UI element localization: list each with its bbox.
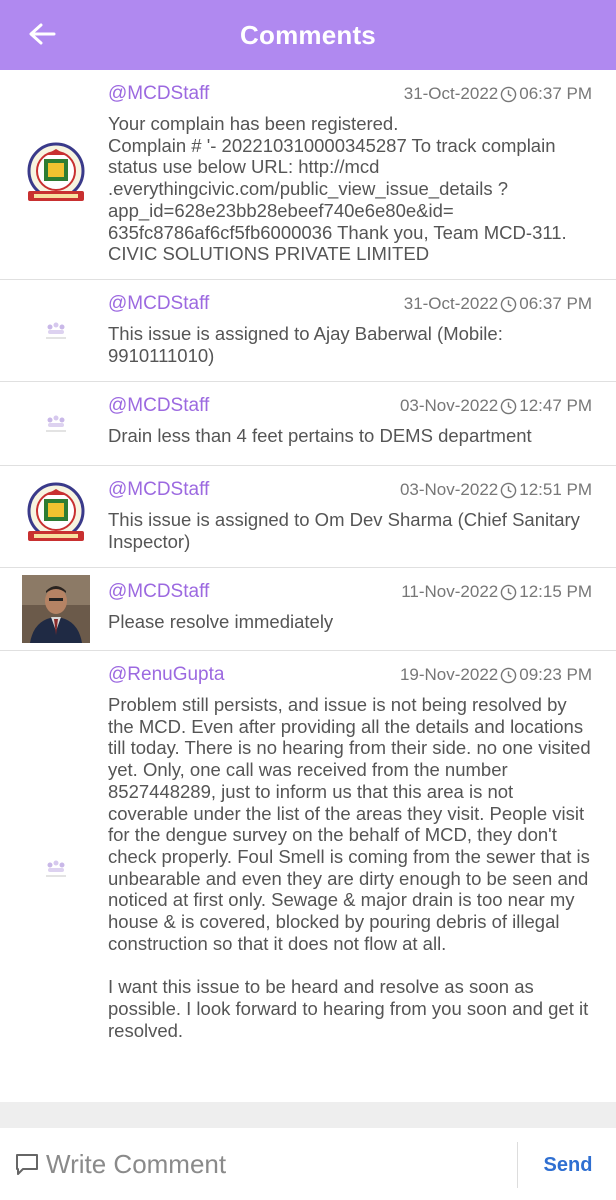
comment-meta: @MCDStaff 03-Nov-2022 12:47 PM [108,395,592,417]
comment-author[interactable]: @MCDStaff [108,395,209,417]
clock-icon [500,584,517,600]
comment-item: @MCDStaff 03-Nov-2022 12:51 PM This issu… [0,466,616,568]
comment-text: Please resolve immediately [108,611,334,632]
comment-text: Problem still persists, and issue is not… [108,694,591,1041]
comment-time: 12:15 PM [519,582,592,601]
composer-separator [0,1102,616,1128]
avatar-mcd-emblem [22,140,90,208]
comment-item: @MCDStaff 31-Oct-2022 06:37 PM Your comp… [0,70,616,280]
comment-date: 11-Nov-2022 [401,582,499,601]
comment-composer: Send [0,1128,616,1200]
comment-item: @MCDStaff 11-Nov-2022 12:15 PM Please re… [0,568,616,651]
comment-time: 06:37 PM [519,84,592,103]
comment-timestamp: 03-Nov-2022 12:51 PM [400,480,592,500]
write-comment-input[interactable] [46,1146,506,1182]
comment-time: 09:23 PM [519,665,592,684]
comment-item: @MCDStaff 31-Oct-2022 06:37 PM This issu… [0,280,616,382]
page-title: Comments [240,19,376,50]
comment-author[interactable]: @MCDStaff [108,581,209,603]
comment-bubble-icon [16,1154,38,1175]
comment-date: 03-Nov-2022 [399,396,499,415]
comment-meta: @MCDStaff 11-Nov-2022 12:15 PM [108,581,592,603]
mcd-emblem-icon [27,482,85,541]
comment-text: This issue is assigned to Ajay Baberwal … [108,323,503,366]
comment-text: Drain less than 4 feet pertains to DEMS … [108,425,532,446]
clock-icon [500,296,517,312]
composer-divider [517,1142,518,1188]
comment-timestamp: 03-Nov-2022 12:47 PM [400,396,592,416]
comment-meta: @MCDStaff 03-Nov-2022 12:51 PM [108,479,592,501]
clock-icon [500,667,517,683]
back-button[interactable] [22,14,62,54]
avatar-placeholder [22,390,90,458]
comment-list[interactable]: @MCDStaff 31-Oct-2022 06:37 PM Your comp… [0,70,616,1102]
placeholder-logo-icon [46,322,66,339]
placeholder-logo-icon [46,415,66,432]
clock-icon [500,482,517,498]
mcd-emblem-icon [27,142,85,201]
comment-author[interactable]: @MCDStaff [108,293,209,315]
avatar-user-photo [22,575,90,643]
comment-time: 06:37 PM [519,294,592,313]
app-header: Comments [0,0,616,70]
comment-date: 31-Oct-2022 [403,84,499,103]
comment-text: This issue is assigned to Om Dev Sharma … [108,509,580,552]
clock-icon [500,398,517,414]
avatar-mcd-emblem [22,480,90,548]
comment-meta: @RenuGupta 19-Nov-2022 09:23 PM [108,664,592,686]
avatar-placeholder [22,297,90,365]
user-photo-icon [22,575,90,643]
send-button[interactable]: Send [530,1150,606,1180]
comment-item: @RenuGupta 19-Nov-2022 09:23 PM Problem … [0,651,616,1102]
comment-date: 19-Nov-2022 [399,665,499,684]
comment-text: Your complain has been registered. Compl… [108,113,567,265]
comment-author[interactable]: @MCDStaff [108,83,209,105]
comment-time: 12:47 PM [519,396,592,415]
comment-author[interactable]: @RenuGupta [108,664,224,686]
comment-author[interactable]: @MCDStaff [108,479,209,501]
comment-item: @MCDStaff 03-Nov-2022 12:47 PM Drain les… [0,382,616,466]
comment-timestamp: 19-Nov-2022 09:23 PM [400,665,592,685]
comment-timestamp: 11-Nov-2022 12:15 PM [401,582,592,602]
clock-icon [500,86,517,102]
arrow-left-icon [29,23,56,45]
avatar-placeholder [22,835,90,903]
comment-meta: @MCDStaff 31-Oct-2022 06:37 PM [108,293,592,315]
comment-date: 31-Oct-2022 [403,294,499,313]
comment-time: 12:51 PM [519,480,592,499]
comment-date: 03-Nov-2022 [399,480,499,499]
placeholder-logo-icon [46,860,66,877]
comment-meta: @MCDStaff 31-Oct-2022 06:37 PM [108,83,592,105]
comment-timestamp: 31-Oct-2022 06:37 PM [404,84,592,104]
comment-timestamp: 31-Oct-2022 06:37 PM [404,294,592,314]
